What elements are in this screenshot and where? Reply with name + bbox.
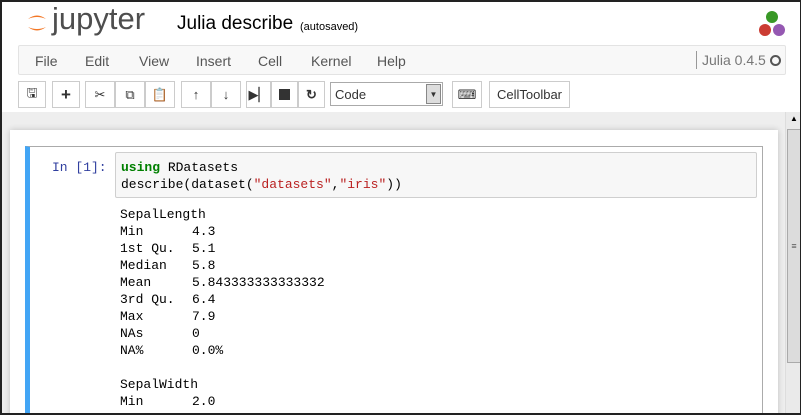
code-string: "iris" — [339, 177, 387, 192]
copy-button[interactable]: ⧉ — [115, 81, 145, 108]
code-text: describe(dataset( — [121, 177, 254, 192]
run-button[interactable]: ▶▏ — [246, 81, 271, 108]
output-row: Median 5.8 — [120, 257, 325, 274]
window: jupyter Julia describe (autosaved) File … — [0, 0, 801, 415]
refresh-icon: ↻ — [306, 86, 317, 102]
cell-type-select[interactable]: Code ▼ — [330, 82, 443, 106]
insert-cell-button[interactable]: + — [52, 81, 80, 108]
stat-label: 1st Qu. — [120, 241, 175, 256]
chevron-down-icon[interactable]: ▼ — [426, 84, 441, 104]
julia-logo-icon — [759, 11, 785, 36]
arrow-down-icon: ↓ — [222, 87, 230, 102]
save-icon: 🖫 — [26, 84, 38, 100]
output-row: 3rd Qu. 6.4 — [120, 291, 325, 308]
keyboard-icon: ⌨ — [457, 86, 477, 102]
output-variable-name: SepalWidth — [120, 377, 199, 392]
stat-label: NAs — [120, 326, 144, 341]
output-row: Mean 5.843333333333332 — [120, 274, 325, 291]
kernel-status-icon — [770, 55, 781, 66]
restart-button[interactable]: ↻ — [298, 81, 325, 108]
notebook-title[interactable]: Julia describe — [177, 13, 293, 35]
code-keyword: using — [121, 160, 161, 175]
stat-value: 5.843333333333332 — [192, 275, 325, 290]
stat-value: 0.0% — [192, 343, 224, 358]
menu-file[interactable]: File — [35, 53, 58, 69]
menu-help[interactable]: Help — [377, 53, 406, 69]
stat-value: 6.4 — [192, 292, 216, 307]
code-text: RDatasets — [160, 160, 239, 175]
menu-cell[interactable]: Cell — [258, 53, 282, 69]
save-button[interactable]: 🖫 — [18, 81, 46, 108]
copy-icon: ⧉ — [125, 86, 135, 102]
jupyter-logo[interactable]: jupyter — [52, 2, 145, 37]
cut-icon: ✂ — [94, 86, 106, 102]
command-palette-button[interactable]: ⌨ — [452, 81, 482, 108]
celltoolbar-button[interactable]: CellToolbar — [489, 81, 570, 108]
stat-label: Median — [120, 258, 167, 273]
plus-icon: + — [61, 84, 71, 104]
output-row: Min 2.0 — [120, 393, 325, 410]
scrollbar-thumb[interactable]: ≡ — [787, 129, 800, 363]
output-variable-name: SepalLength — [120, 207, 206, 222]
menu-kernel[interactable]: Kernel — [311, 53, 351, 69]
move-up-button[interactable]: ↑ — [181, 81, 211, 108]
save-status: (autosaved) — [300, 21, 359, 33]
stat-value: 2.0 — [192, 394, 216, 409]
paste-icon: 📋 — [151, 86, 169, 102]
stat-label: 1st Qu. — [120, 410, 192, 413]
interrupt-button[interactable] — [271, 81, 298, 108]
stat-label: NA% — [120, 343, 144, 358]
output-row: NA% 0.0% — [120, 342, 325, 359]
stat-label: Max — [120, 309, 144, 324]
stat-value: 2.8 — [192, 410, 215, 413]
menu-view[interactable]: View — [139, 53, 169, 69]
stop-icon — [279, 89, 290, 100]
code-text: )) — [386, 177, 402, 192]
stat-label: Min — [120, 394, 144, 409]
cell-type-value: Code — [335, 87, 367, 102]
scrollbar[interactable]: ▲ ≡ — [785, 112, 800, 413]
output-row: NAs 0 — [120, 325, 325, 342]
step-forward-icon: ▶▏ — [248, 86, 269, 102]
output-row: Min 4.3 — [120, 223, 325, 240]
paste-button[interactable]: 📋 — [145, 81, 175, 108]
input-prompt: In [1]: — [52, 160, 107, 175]
stat-value: 0 — [192, 326, 200, 341]
code-string: "datasets" — [253, 177, 332, 192]
stat-value: 4.3 — [192, 224, 216, 239]
arrow-up-icon: ↑ — [192, 87, 200, 102]
jupyter-logo-icon — [28, 15, 46, 31]
stat-label: Min — [120, 224, 144, 239]
code-input[interactable]: using RDatasets describe(dataset("datase… — [115, 152, 757, 198]
menu-edit[interactable]: Edit — [85, 53, 109, 69]
kernel-name: Julia 0.4.5 — [696, 51, 766, 69]
scroll-up-icon[interactable]: ▲ — [790, 114, 798, 123]
stat-value: 5.1 — [192, 241, 216, 256]
stat-value: 7.9 — [192, 309, 216, 324]
stat-label: Mean — [120, 275, 152, 290]
menu-insert[interactable]: Insert — [196, 53, 231, 69]
menubar: File Edit View Insert Cell Kernel Help J… — [18, 45, 786, 75]
stat-label: 3rd Qu. — [120, 292, 175, 307]
output-row: 1st Qu.2.8 — [120, 410, 325, 413]
move-down-button[interactable]: ↓ — [211, 81, 241, 108]
cut-button[interactable]: ✂ — [85, 81, 115, 108]
output-row: 1st Qu. 5.1 — [120, 240, 325, 257]
output-row: Max 7.9 — [120, 308, 325, 325]
header: jupyter Julia describe (autosaved) — [2, 2, 800, 44]
stat-value: 5.8 — [192, 258, 216, 273]
cell-output: SepalLength Min 4.3 1st Qu. 5.1 Median 5.8 Mean… — [120, 206, 325, 413]
